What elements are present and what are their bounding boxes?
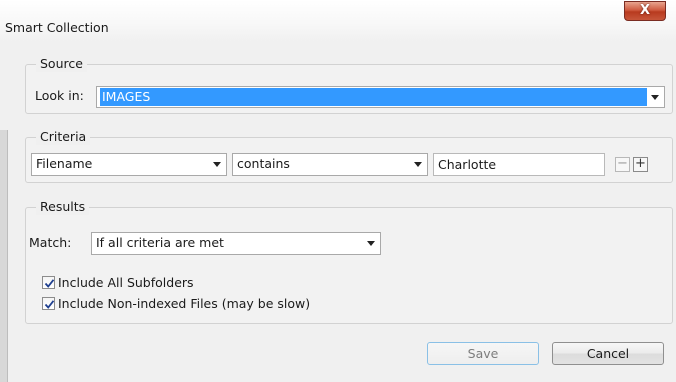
criteria-value-input[interactable]: [434, 154, 602, 175]
include-nonindexed-checkbox[interactable]: [42, 297, 55, 310]
include-nonindexed-label: Include Non-indexed Files (may be slow): [58, 296, 311, 311]
close-icon: X: [639, 3, 651, 18]
results-group: Results Match: If all criteria are met I…: [25, 199, 673, 324]
criteria-operator-dropdown[interactable]: contains: [232, 153, 428, 176]
minus-icon: −: [617, 156, 628, 171]
add-criterion-button[interactable]: +: [633, 157, 648, 172]
include-nonindexed-option[interactable]: Include Non-indexed Files (may be slow): [42, 295, 342, 311]
remove-criterion-button[interactable]: −: [615, 157, 630, 172]
chevron-down-icon: [414, 162, 422, 167]
criteria-group: Criteria Filename contains − +: [25, 129, 673, 183]
title-bar: Smart Collection X: [0, 0, 676, 42]
window-title: Smart Collection: [5, 20, 109, 35]
plus-icon: +: [635, 156, 646, 171]
close-button[interactable]: X: [624, 1, 666, 21]
chevron-down-icon: [213, 162, 221, 167]
chevron-down-icon: [651, 95, 659, 100]
source-group-label: Source: [36, 56, 87, 72]
look-in-dropdown[interactable]: IMAGES: [96, 86, 665, 108]
criteria-group-label: Criteria: [36, 129, 91, 145]
checkmark-icon: [44, 300, 55, 309]
match-label: Match:: [29, 235, 72, 250]
cancel-button[interactable]: Cancel: [552, 342, 664, 365]
criteria-value-field-box: [433, 153, 605, 176]
include-subfolders-checkbox[interactable]: [42, 276, 55, 289]
source-group: Source Look in: IMAGES: [25, 56, 673, 114]
criteria-field-value: Filename: [36, 156, 93, 171]
look-in-value: IMAGES: [100, 88, 647, 106]
chevron-down-icon: [367, 241, 375, 246]
checkmark-icon: [44, 279, 55, 288]
save-button[interactable]: Save: [427, 342, 539, 365]
match-dropdown[interactable]: If all criteria are met: [91, 232, 381, 255]
results-group-label: Results: [36, 199, 90, 215]
criteria-field-dropdown[interactable]: Filename: [31, 153, 227, 176]
smart-collection-dialog: Smart Collection X Source Look in: IMAGE…: [0, 0, 676, 382]
window-edge: [0, 130, 8, 382]
look-in-label: Look in:: [35, 88, 84, 103]
match-value: If all criteria are met: [96, 235, 224, 250]
criteria-operator-value: contains: [237, 156, 290, 171]
include-subfolders-option[interactable]: Include All Subfolders: [42, 274, 242, 290]
include-subfolders-label: Include All Subfolders: [58, 275, 194, 290]
